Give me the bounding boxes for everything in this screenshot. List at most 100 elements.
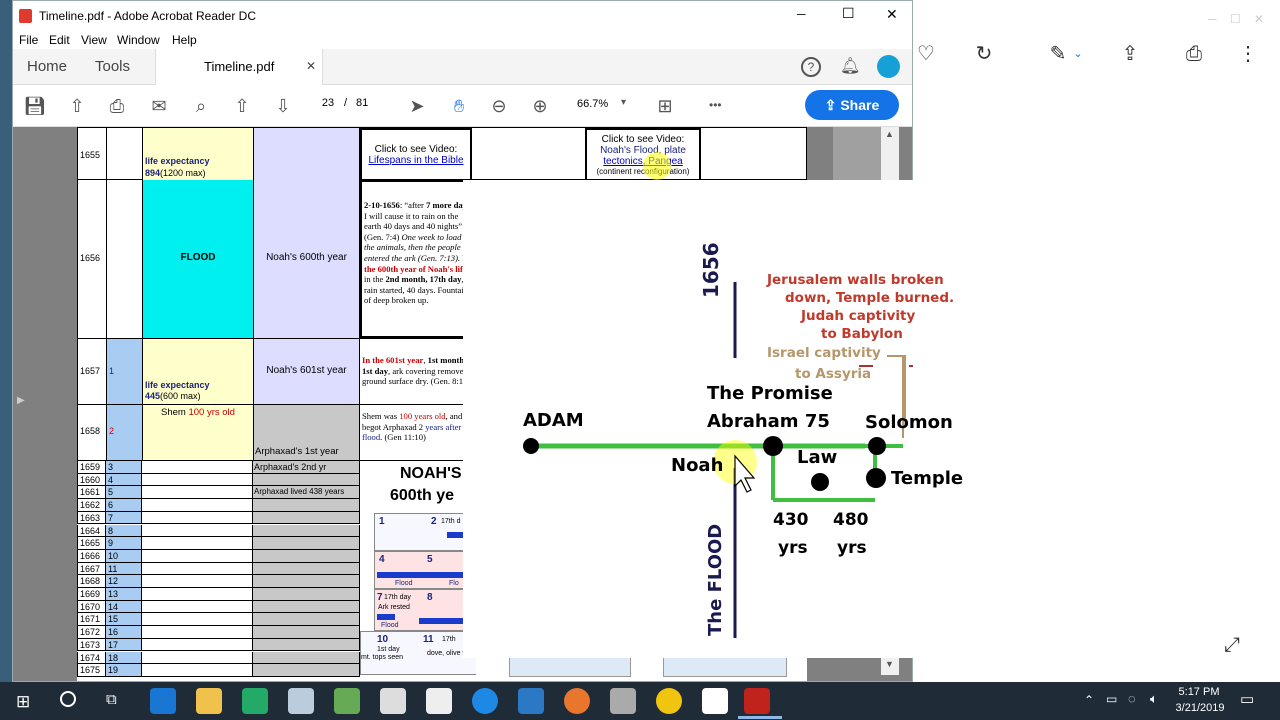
expand-icon[interactable]: ⤢ <box>1224 634 1240 657</box>
age-cell <box>142 562 253 576</box>
app-icon[interactable] <box>610 688 636 714</box>
page-layout-icon[interactable]: ⊞ <box>653 95 677 117</box>
number-cell: 17 <box>106 638 142 652</box>
tab-home[interactable]: Home <box>27 58 67 75</box>
page-number-input[interactable]: 23 <box>315 97 341 109</box>
print-icon[interactable]: ⎙ <box>105 95 129 117</box>
age-cell <box>142 575 253 588</box>
edge-icon[interactable] <box>150 688 176 714</box>
solitaire-icon[interactable] <box>426 688 452 714</box>
page-up-icon[interactable]: ⇧ <box>230 95 254 117</box>
life-expectancy-value: 894(1200 max) <box>145 168 206 178</box>
page-down-icon[interactable]: ⇩ <box>271 95 295 117</box>
tab-close-button[interactable]: ✕ <box>306 59 316 73</box>
more-tools-icon[interactable]: ••• <box>709 98 722 112</box>
help-icon[interactable]: ? <box>801 57 821 77</box>
video-link-box-1[interactable]: Click to see Video: Lifespans in the Bib… <box>360 128 472 181</box>
chevron-down-icon[interactable]: ⌄ <box>1064 40 1092 68</box>
clock-time[interactable]: 5:17 PM <box>1178 686 1220 698</box>
video-caption: Click to see Video: <box>374 144 458 155</box>
app-icon[interactable] <box>334 688 360 714</box>
bell-icon[interactable]: 🔔︎ <box>840 56 860 76</box>
hand-tool-icon[interactable]: ✋︎ <box>447 95 471 117</box>
avatar[interactable] <box>877 55 900 78</box>
clock-date[interactable]: 3/21/2019 <box>1172 702 1228 714</box>
app-icon[interactable] <box>288 688 314 714</box>
yrs-label: yrs <box>778 538 808 558</box>
scroll-down-icon[interactable]: ▼ <box>885 659 894 669</box>
tab-tools[interactable]: Tools <box>95 58 130 75</box>
zoom-in-icon[interactable]: ⊕ <box>528 95 552 117</box>
share-icon[interactable]: ⇪ <box>1116 40 1144 68</box>
calendar-graphic: NOAH'S 600th ye 1 2 17th d 4 5 Flood Flo… <box>360 461 476 677</box>
sidebar-toggle-icon[interactable]: ▶ <box>17 395 25 406</box>
file-explorer-icon[interactable] <box>196 688 222 714</box>
battery-icon[interactable]: ▭ <box>1106 692 1117 706</box>
task-view-icon[interactable]: ⧉ <box>106 691 117 708</box>
rotate-icon[interactable]: ↻ <box>970 40 998 68</box>
tab-document[interactable]: Timeline.pdf ✕ <box>155 49 323 85</box>
lifespans-video-link[interactable]: Lifespans in the Bible <box>362 155 470 166</box>
note-cell: Arphaxad lived 438 years <box>253 486 360 500</box>
note-cell: Arphaxad's 2nd yr <box>253 461 360 474</box>
save-icon[interactable]: 💾︎ <box>23 95 47 117</box>
age-cell: life expectancy 894(1200 max) <box>143 128 254 181</box>
video-link-box-2[interactable]: Click to see Video: Noah's Flood, plate … <box>585 128 701 181</box>
tray-chevron-icon[interactable]: ⌃ <box>1084 693 1094 707</box>
menu-edit[interactable]: Edit <box>49 33 70 47</box>
heart-icon[interactable]: ♡ <box>912 40 940 68</box>
zoom-level-select[interactable]: 66.7% <box>577 98 608 110</box>
note-cell: Arphaxad's 1st year <box>254 405 360 460</box>
menu-window[interactable]: Window <box>117 33 160 47</box>
number-cell: 9 <box>106 537 142 550</box>
firefox-icon[interactable] <box>564 688 590 714</box>
age-cell <box>142 638 253 652</box>
menu-view[interactable]: View <box>81 33 107 47</box>
menu-help[interactable]: Help <box>172 33 197 47</box>
share-label: Share <box>840 97 880 113</box>
upload-icon[interactable]: ⇧ <box>65 95 89 117</box>
menu-file[interactable]: File <box>19 33 38 47</box>
zoom-dropdown-icon[interactable]: ▾ <box>621 97 626 108</box>
zoom-out-icon[interactable]: ⊖ <box>487 95 511 117</box>
calendar-week-1: 1 2 17th d <box>374 513 476 551</box>
table-row: 1666 10 <box>77 549 360 563</box>
solomon-label: Solomon <box>865 412 953 433</box>
app-icon[interactable] <box>242 688 268 714</box>
share-button[interactable]: ⇪ Share <box>805 90 899 120</box>
table-row: 1661 5 Arphaxad lived 438 years <box>77 486 360 500</box>
age-cell <box>142 588 253 601</box>
search-icon[interactable]: ⌕ <box>189 95 213 117</box>
notifications-icon[interactable]: ▭ <box>1240 690 1254 708</box>
volume-icon[interactable]: 🔈︎ <box>1150 691 1158 707</box>
calendar-week-2: 4 5 Flood Flo <box>374 551 476 589</box>
app-icon[interactable] <box>472 688 498 714</box>
app-icon[interactable] <box>656 688 682 714</box>
more-icon[interactable]: ⋮ <box>1234 40 1262 68</box>
year-cell: 1675 <box>77 664 106 677</box>
maximize-button[interactable]: ☐ <box>842 5 855 22</box>
age-cell: life expectancy 445(600 max) <box>143 339 254 404</box>
note-cell: Noah's 600th year <box>254 180 360 338</box>
note-cell <box>253 499 360 512</box>
number-cell: 11 <box>106 562 142 576</box>
windows-start-icon[interactable]: ⊞ <box>16 692 30 712</box>
select-cursor-icon[interactable]: ➤ <box>405 95 429 117</box>
age-cell <box>142 626 253 639</box>
cortana-icon[interactable] <box>60 691 76 707</box>
menu-bar: File Edit View Window Help <box>13 31 912 49</box>
table-row: 1670 14 <box>77 600 360 614</box>
number-cell <box>107 128 143 181</box>
note-cell <box>253 613 360 627</box>
network-icon[interactable]: ◌ <box>1128 691 1136 706</box>
scroll-up-icon[interactable]: ▲ <box>885 129 894 139</box>
table-row: 1673 17 <box>77 638 360 652</box>
close-window-button[interactable]: ✕ <box>886 6 898 23</box>
minimize-button[interactable]: ─ <box>797 7 806 21</box>
print-icon[interactable]: ⎙ <box>1180 40 1208 68</box>
app-icon[interactable] <box>380 688 406 714</box>
app-icon[interactable] <box>518 688 544 714</box>
email-icon[interactable]: ✉ <box>147 95 171 117</box>
acrobat-icon[interactable] <box>744 688 770 714</box>
photos-icon[interactable] <box>702 688 728 714</box>
